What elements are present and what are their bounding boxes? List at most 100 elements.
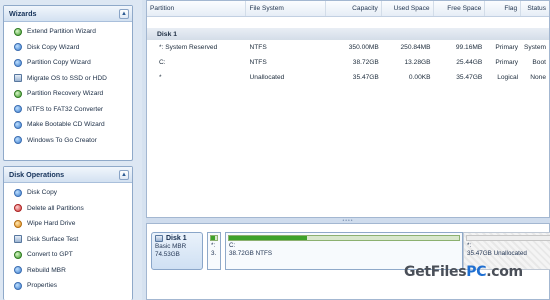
column-header-status[interactable]: Status (521, 1, 549, 16)
wizard-item-partition-recovery[interactable]: Partition Recovery Wizard (4, 86, 132, 102)
cell-used-space: 13.28GB (404, 59, 431, 66)
column-header-free-space[interactable]: Free Space (434, 1, 486, 16)
partition-table: Partition File System Capacity Used Spac… (146, 0, 550, 218)
diskop-item-rebuild-mbr[interactable]: Rebuild MBR (4, 263, 132, 279)
cell-status: Boot (532, 59, 546, 66)
partition-block-system-reserved[interactable]: *: 3. (207, 232, 221, 270)
wizard-item-label: Extend Partition Wizard (27, 28, 96, 36)
properties-icon (14, 281, 22, 290)
partition-block-label: C: (229, 242, 236, 249)
cell-file-system: NTFS (249, 59, 267, 66)
wizard-item-bootable-cd[interactable]: Make Bootable CD Wizard (4, 117, 132, 133)
wizard-item-extend-partition[interactable]: Extend Partition Wizard (4, 24, 132, 40)
disk-type: Basic MBR (155, 243, 187, 250)
usage-bar (466, 235, 550, 241)
wizard-item-label: Partition Recovery Wizard (27, 90, 104, 98)
table-header: Partition File System Capacity Used Spac… (147, 1, 549, 17)
column-header-used-space[interactable]: Used Space (382, 1, 434, 16)
wizard-item-disk-copy[interactable]: Disk Copy Wizard (4, 40, 132, 56)
diskop-item-properties[interactable]: Properties (4, 278, 132, 294)
cell-used-space: 0.00KB (408, 74, 431, 81)
cd-icon (14, 120, 22, 129)
column-header-capacity[interactable]: Capacity (326, 1, 382, 16)
disk-operations-title: Disk Operations (9, 170, 65, 179)
wizard-item-label: Disk Copy Wizard (27, 43, 80, 51)
usage-bar (228, 235, 460, 241)
disk-group-row[interactable]: Disk 1 (147, 28, 549, 40)
diskop-item-surface-test[interactable]: Disk Surface Test (4, 232, 132, 248)
wizard-item-label: Partition Copy Wizard (27, 59, 91, 67)
wizard-item-windows-to-go[interactable]: Windows To Go Creator (4, 133, 132, 149)
partition-block-label: *: (211, 242, 216, 249)
diskop-item-label: Convert to GPT (27, 251, 73, 259)
diskop-item-label: Delete all Partitions (27, 204, 84, 212)
cell-capacity: 38.72GB (352, 59, 379, 66)
table-row[interactable]: C: NTFS 38.72GB 13.28GB 25.44GB Primary … (147, 55, 549, 70)
partition-copy-icon (14, 58, 22, 67)
disk-name: Disk 1 (166, 235, 187, 242)
diskop-item-convert-gpt[interactable]: Convert to GPT (4, 247, 132, 263)
main-area: Partition File System Capacity Used Spac… (146, 0, 550, 300)
collapse-icon[interactable]: ▲ (119, 169, 129, 180)
convert-gpt-icon (14, 250, 22, 259)
disk-icon (155, 235, 163, 242)
delete-icon (14, 204, 22, 213)
wizard-item-label: Windows To Go Creator (27, 136, 97, 144)
recovery-icon (14, 89, 22, 98)
left-panel: Wizards ▲ Extend Partition Wizard Disk C… (0, 0, 142, 300)
column-header-file-system[interactable]: File System (246, 1, 327, 16)
cell-used-space: 250.84MB (400, 44, 431, 51)
watermark-part3: .com (486, 264, 523, 280)
wizard-item-ntfs-fat32[interactable]: NTFS to FAT32 Converter (4, 102, 132, 118)
disk-size: 74.53GB (155, 251, 180, 258)
disk-info-card[interactable]: Disk 1 Basic MBR 74.53GB (151, 232, 203, 270)
partition-block-label: *: (467, 242, 472, 249)
extend-icon (14, 27, 22, 36)
wizards-header[interactable]: Wizards ▲ (4, 6, 132, 22)
diskop-item-wipe[interactable]: Wipe Hard Drive (4, 216, 132, 232)
column-header-partition[interactable]: Partition (147, 1, 247, 16)
cell-status: None (530, 74, 546, 81)
disk-info-title: Disk 1 (155, 235, 199, 242)
wizard-item-label: Make Bootable CD Wizard (27, 121, 105, 129)
cell-file-system: Unallocated (249, 74, 285, 81)
wizard-item-label: NTFS to FAT32 Converter (27, 105, 104, 113)
cell-status: System (524, 44, 546, 51)
diskop-item-delete-all[interactable]: Delete all Partitions (4, 201, 132, 217)
diskop-item-label: Properties (27, 282, 58, 290)
usage-bar-fill (211, 236, 216, 240)
cell-partition: * (159, 74, 162, 81)
cell-free-space: 25.44GB (456, 59, 483, 66)
watermark-logo: GetFilesPC.com (404, 264, 523, 280)
wipe-icon (14, 219, 22, 228)
watermark-part2: PC (466, 264, 487, 280)
collapse-icon[interactable]: ▲ (119, 8, 129, 19)
migrate-icon (14, 74, 22, 83)
cell-capacity: 35.47GB (352, 74, 379, 81)
wizard-item-migrate-os[interactable]: Migrate OS to SSD or HDD (4, 71, 132, 87)
convert-icon (14, 105, 22, 114)
diskop-item-label: Wipe Hard Drive (27, 220, 76, 228)
cell-file-system: NTFS (249, 44, 267, 51)
disk-operations-group: Disk Operations ▲ Disk Copy Delete all P… (3, 166, 133, 300)
disk-copy-icon (14, 188, 22, 197)
disk-operations-list: Disk Copy Delete all Partitions Wipe Har… (4, 183, 132, 294)
wizard-item-partition-copy[interactable]: Partition Copy Wizard (4, 55, 132, 71)
wizards-title: Wizards (9, 9, 37, 18)
disk-operations-header[interactable]: Disk Operations ▲ (4, 167, 132, 183)
table-row[interactable]: * Unallocated 35.47GB 0.00KB 35.47GB Log… (147, 70, 549, 85)
wizards-group: Wizards ▲ Extend Partition Wizard Disk C… (3, 5, 133, 161)
cell-flag: Logical (497, 74, 519, 81)
table-row[interactable]: *: System Reserved NTFS 350.00MB 250.84M… (147, 40, 549, 55)
diskop-item-disk-copy[interactable]: Disk Copy (4, 185, 132, 201)
cell-partition: C: (159, 59, 166, 66)
disk-map: Disk 1 Basic MBR 74.53GB *: 3. C: 38.72G… (146, 223, 550, 300)
partition-block-detail: 35.47GB Unallocated (467, 250, 527, 257)
cell-flag: Primary (495, 44, 519, 51)
column-header-flag[interactable]: Flag (485, 1, 522, 16)
cell-free-space: 99.16MB (455, 44, 483, 51)
wizard-item-label: Migrate OS to SSD or HDD (27, 74, 107, 82)
cell-partition: *: System Reserved (159, 44, 218, 51)
cell-flag: Primary (495, 59, 519, 66)
diskop-item-label: Disk Copy (27, 189, 58, 197)
